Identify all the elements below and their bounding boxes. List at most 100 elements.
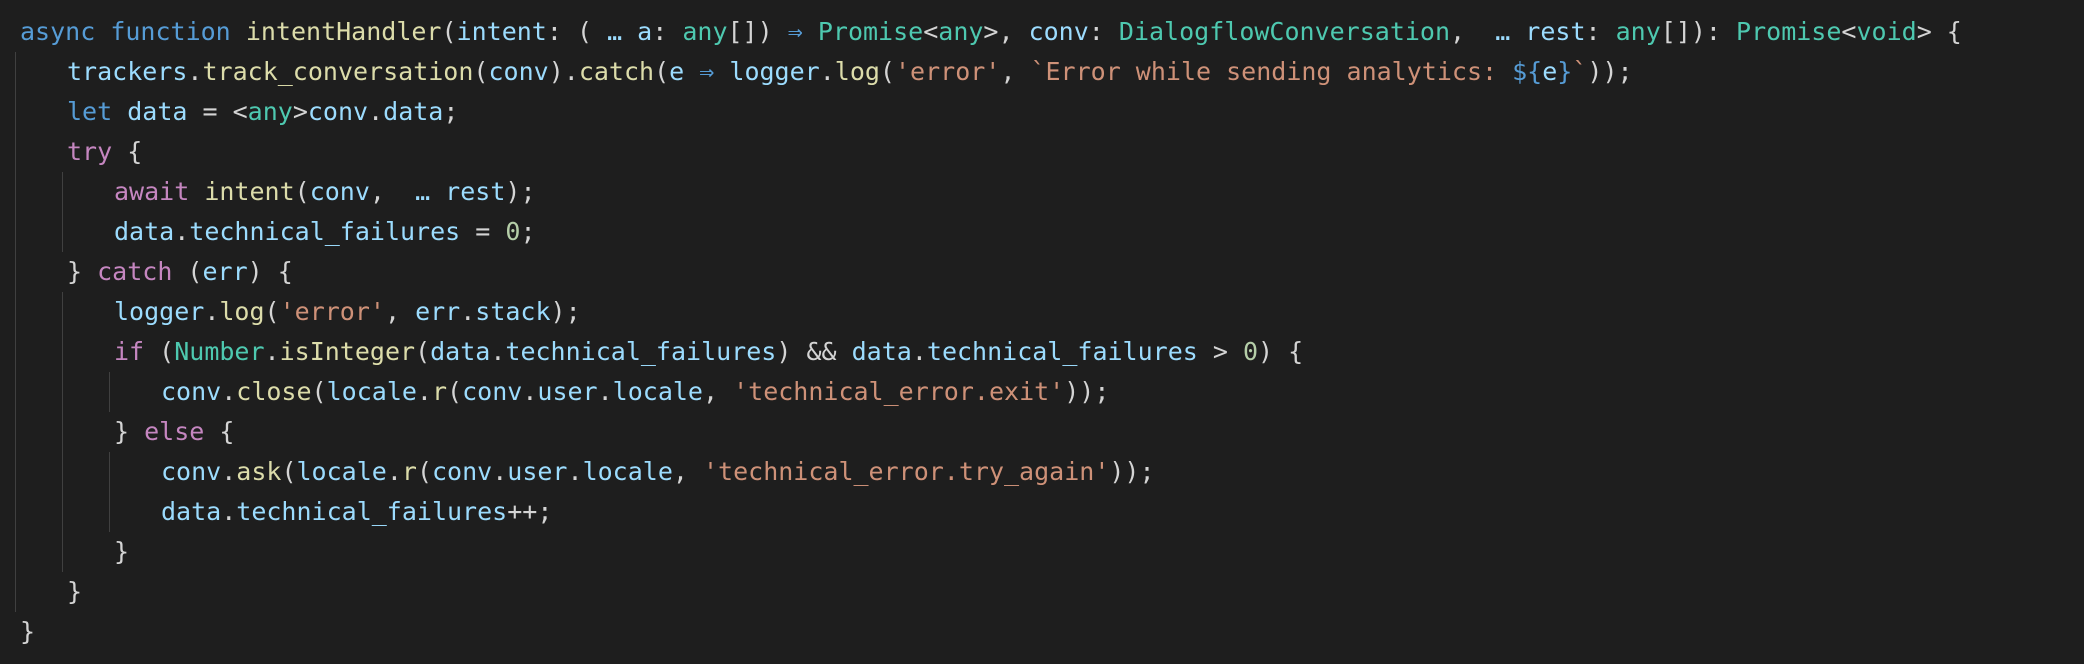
code-token: , [369,177,416,206]
code-token: any [1615,17,1661,46]
code-text: } else { [114,417,234,446]
code-token: } [67,577,83,606]
indent-guide [15,172,16,212]
code-token: Promise [1736,17,1842,46]
code-token: ( [447,377,463,406]
indent-guide [15,372,16,412]
code-token: log [834,57,880,86]
code-token: if [114,337,145,366]
code-token: conv [462,377,523,406]
code-line[interactable]: } [15,572,2084,612]
code-token: ++; [507,497,553,526]
code-token: )); [1064,377,1110,406]
indent-guide [15,212,16,252]
code-token: … rest [1495,17,1586,46]
code-token: . [221,377,237,406]
code-line[interactable]: conv.close(locale.r(conv.user.locale, 't… [15,372,2084,412]
indent-guide [15,292,16,332]
code-token: data [383,97,444,126]
code-token: intentHandler [245,17,442,46]
code-line[interactable]: try { [15,132,2084,172]
code-token: . [460,297,476,326]
code-text: } catch (err) { [67,257,293,286]
code-line[interactable]: } else { [15,412,2084,452]
code-line[interactable]: let data = <any>conv.data; [15,92,2084,132]
code-token: < [923,17,939,46]
code-token: close [236,377,312,406]
code-token: technical_failures [505,337,777,366]
code-line[interactable]: logger.log('error', err.stack); [15,292,2084,332]
code-token: } [20,617,36,646]
code-token: void [1856,17,1917,46]
code-token: else [144,417,205,446]
code-token: technical_failures [189,217,461,246]
code-token: : [1088,17,1119,46]
code-token: ask [236,457,282,486]
code-token: stack [475,297,551,326]
code-token: ( [416,457,432,486]
code-token: conv [307,97,369,126]
code-token: , [384,297,416,326]
code-token: Promise [817,17,924,46]
code-token: 'error' [894,57,1001,86]
code-token: < [1841,17,1857,46]
indent-guide [15,252,16,292]
code-token: { [204,417,235,446]
code-line[interactable]: } [15,532,2084,572]
code-token: track_conversation [202,57,474,86]
code-token: . [567,457,583,486]
code-token: intent [204,177,295,206]
code-token: user [537,377,598,406]
code-line[interactable]: } [20,612,2084,652]
code-token: any [938,17,984,46]
code-token: , [1450,17,1496,46]
indent-guide [62,212,63,252]
code-token: : ( [546,17,608,46]
indent-guide [62,412,63,452]
code-line[interactable]: data.technical_failures++; [15,492,2084,532]
code-line[interactable]: conv.ask(locale.r(conv.user.locale, 'tec… [15,452,2084,492]
code-token: data [127,97,188,126]
code-token: conv [1028,17,1089,46]
code-token: r [431,377,448,406]
code-token: ( [311,377,327,406]
code-text: async function intentHandler(intent: ( …… [20,17,1962,46]
code-token: . [204,297,220,326]
code-token: err [202,257,248,286]
code-token: } [67,257,98,286]
code-text: trackers.track_conversation(conv).catch(… [67,57,1633,86]
code-editor[interactable]: async function intentHandler(intent: ( …… [0,0,2084,664]
code-token: `Error while sending analytics: [1030,57,1513,86]
code-token: )); [1109,457,1155,486]
code-token: []) [727,17,788,46]
code-token: ); [505,177,536,206]
code-line[interactable]: } catch (err) { [15,252,2084,292]
code-token: ` [1572,57,1588,86]
indent-guide [62,532,63,572]
code-token: . [492,457,508,486]
code-line[interactable]: await intent(conv, … rest); [15,172,2084,212]
code-line[interactable]: if (Number.isInteger(data.technical_fail… [15,332,2084,372]
indent-guide [62,172,63,212]
code-token: . [221,457,237,486]
code-token: . [187,57,203,86]
code-line[interactable]: async function intentHandler(intent: ( …… [20,12,2084,52]
code-token: ); [550,297,581,326]
code-token: locale [296,457,387,486]
code-token: trackers [67,57,188,86]
code-line[interactable]: data.technical_failures = 0; [15,212,2084,252]
code-text: conv.ask(locale.r(conv.user.locale, 'tec… [161,457,1155,486]
indent-guide [15,532,16,572]
code-line[interactable]: trackers.track_conversation(conv).catch(… [15,52,2084,92]
code-token: ⇒ [787,17,803,46]
code-token: data [161,497,222,526]
code-token: 'technical_error.try_again' [702,457,1110,486]
code-token: conv [309,177,370,206]
code-text: data.technical_failures++; [161,497,552,526]
code-token: . [174,217,190,246]
code-token: locale [582,457,673,486]
